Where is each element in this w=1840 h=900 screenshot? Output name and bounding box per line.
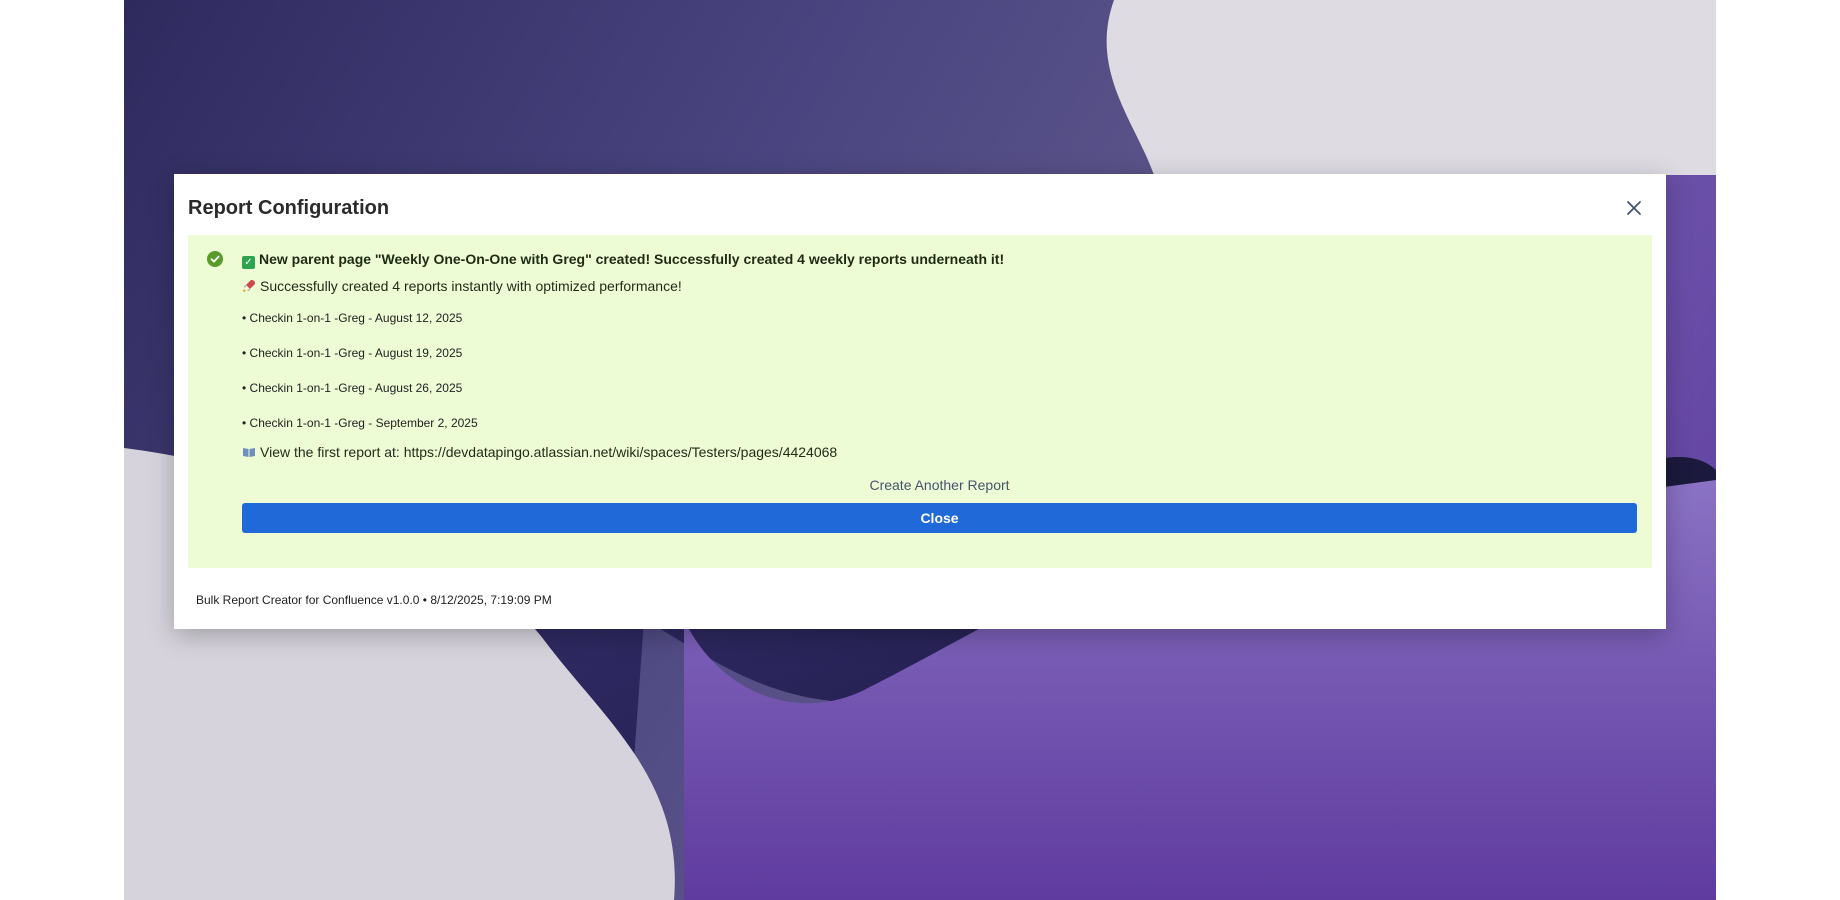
success-message-panel: ✓ New parent page "Weekly One-On-One with… [188, 235, 1652, 568]
view-first-report-text: View the first report at: https://devdat… [260, 444, 838, 460]
close-icon[interactable] [1624, 198, 1644, 218]
list-item: • Checkin 1-on-1 -Greg - August 19, 2025 [242, 346, 463, 360]
list-item: • Checkin 1-on-1 -Greg - August 26, 2025 [242, 381, 463, 395]
check-circle-icon [207, 251, 223, 267]
footer-version-text: Bulk Report Creator for Confluence v1.0.… [196, 593, 552, 607]
success-content: ✓ New parent page "Weekly One-On-One with… [242, 249, 1637, 533]
success-headline-text: New parent page "Weekly One-On-One with … [259, 251, 1005, 267]
success-headline: ✓ New parent page "Weekly One-On-One with… [242, 249, 1637, 269]
create-another-report-button[interactable]: Create Another Report [242, 475, 1637, 495]
success-subline-text: Successfully created 4 reports instantly… [260, 278, 682, 294]
view-first-report-line: View the first report at: https://devdat… [242, 442, 1637, 462]
list-item: • Checkin 1-on-1 -Greg - September 2, 20… [242, 416, 478, 430]
rocket-icon [242, 278, 256, 293]
list-item: • Checkin 1-on-1 -Greg - August 12, 2025 [242, 311, 463, 325]
book-icon [242, 443, 256, 457]
report-configuration-modal: Report Configuration ✓ New parent page "W… [174, 174, 1666, 629]
check-mark-icon: ✓ [242, 256, 255, 269]
modal-header: Report Configuration [188, 192, 1652, 224]
created-reports-list: • Checkin 1-on-1 -Greg - August 12, 2025… [242, 310, 1637, 440]
success-subline: Successfully created 4 reports instantly… [242, 276, 1637, 296]
modal-title: Report Configuration [188, 197, 390, 219]
close-button[interactable]: Close [242, 503, 1637, 533]
